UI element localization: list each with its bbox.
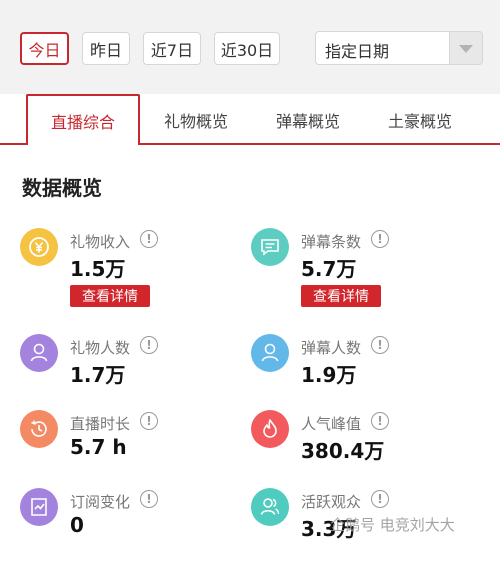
clock-icon — [20, 410, 58, 448]
info-icon[interactable]: ! — [140, 490, 158, 508]
info-icon[interactable]: ! — [371, 412, 389, 430]
metric-label: 订阅变化 — [70, 493, 131, 511]
metric-value: 0 — [70, 513, 84, 537]
filter-30days-button[interactable]: 近30日 — [214, 32, 280, 65]
tab-gift-overview[interactable]: 礼物概览 — [140, 94, 252, 145]
metric-label: 活跃观众 — [301, 493, 362, 511]
metric-gift-income: 礼物收入 ! 1.5万 查看详情 — [20, 228, 250, 308]
tab-danmaku-overview[interactable]: 弹幕概览 — [252, 94, 364, 145]
metric-value: 1.7万 — [70, 363, 126, 387]
metric-peak-popularity: 人气峰值 ! 380.4万 — [251, 410, 481, 490]
tab-bar: 直播综合 礼物概览 弹幕概览 土豪概览 — [0, 94, 500, 145]
info-icon[interactable]: ! — [140, 336, 158, 354]
filter-yesterday-button[interactable]: 昨日 — [82, 32, 130, 65]
filter-7days-button[interactable]: 近7日 — [143, 32, 201, 65]
info-icon[interactable]: ! — [371, 230, 389, 248]
tab-live-overview[interactable]: 直播综合 — [26, 94, 140, 145]
subscribe-icon — [20, 488, 58, 526]
metric-label: 弹幕条数 — [301, 233, 362, 251]
metric-danmaku-users: 弹幕人数 ! 1.9万 — [251, 334, 481, 414]
metric-label: 直播时长 — [70, 415, 131, 433]
metric-label: 礼物收入 — [70, 233, 131, 251]
metric-value: 1.5万 — [70, 257, 126, 281]
metric-live-duration: 直播时长 ! 5.7 h — [20, 410, 250, 490]
dropdown-toggle[interactable] — [449, 32, 482, 64]
section-title: 数据概览 — [22, 176, 102, 200]
watermark: 企鹅号 电竞刘大大 — [330, 516, 455, 534]
user-icon — [251, 334, 289, 372]
metric-subscription-change: 订阅变化 ! 0 — [20, 488, 250, 568]
info-icon[interactable]: ! — [140, 230, 158, 248]
info-icon[interactable]: ! — [371, 336, 389, 354]
user-icon — [20, 334, 58, 372]
metric-value: 380.4万 — [301, 439, 385, 463]
users-icon — [251, 488, 289, 526]
tab-tycoon-overview[interactable]: 土豪概览 — [364, 94, 476, 145]
flame-icon — [251, 410, 289, 448]
filter-today-button[interactable]: 今日 — [20, 32, 69, 65]
date-picker-select[interactable]: 指定日期 — [315, 31, 483, 65]
yuan-coin-icon — [20, 228, 58, 266]
date-picker-label: 指定日期 — [325, 42, 390, 61]
metric-label: 弹幕人数 — [301, 339, 362, 357]
view-details-button[interactable]: 查看详情 — [301, 285, 381, 307]
view-details-button[interactable]: 查看详情 — [70, 285, 150, 307]
metric-label: 礼物人数 — [70, 339, 131, 357]
info-icon[interactable]: ! — [140, 412, 158, 430]
metric-label: 人气峰值 — [301, 415, 362, 433]
chevron-down-icon — [459, 45, 473, 53]
metric-value: 1.9万 — [301, 363, 357, 387]
chat-bubble-icon — [251, 228, 289, 266]
metric-value: 5.7万 — [301, 257, 357, 281]
metric-gift-users: 礼物人数 ! 1.7万 — [20, 334, 250, 414]
metric-value: 5.7 h — [70, 435, 127, 459]
date-filter-bar: 今日 昨日 近7日 近30日 指定日期 — [0, 0, 500, 94]
info-icon[interactable]: ! — [371, 490, 389, 508]
metric-danmaku-count: 弹幕条数 ! 5.7万 查看详情 — [251, 228, 481, 308]
